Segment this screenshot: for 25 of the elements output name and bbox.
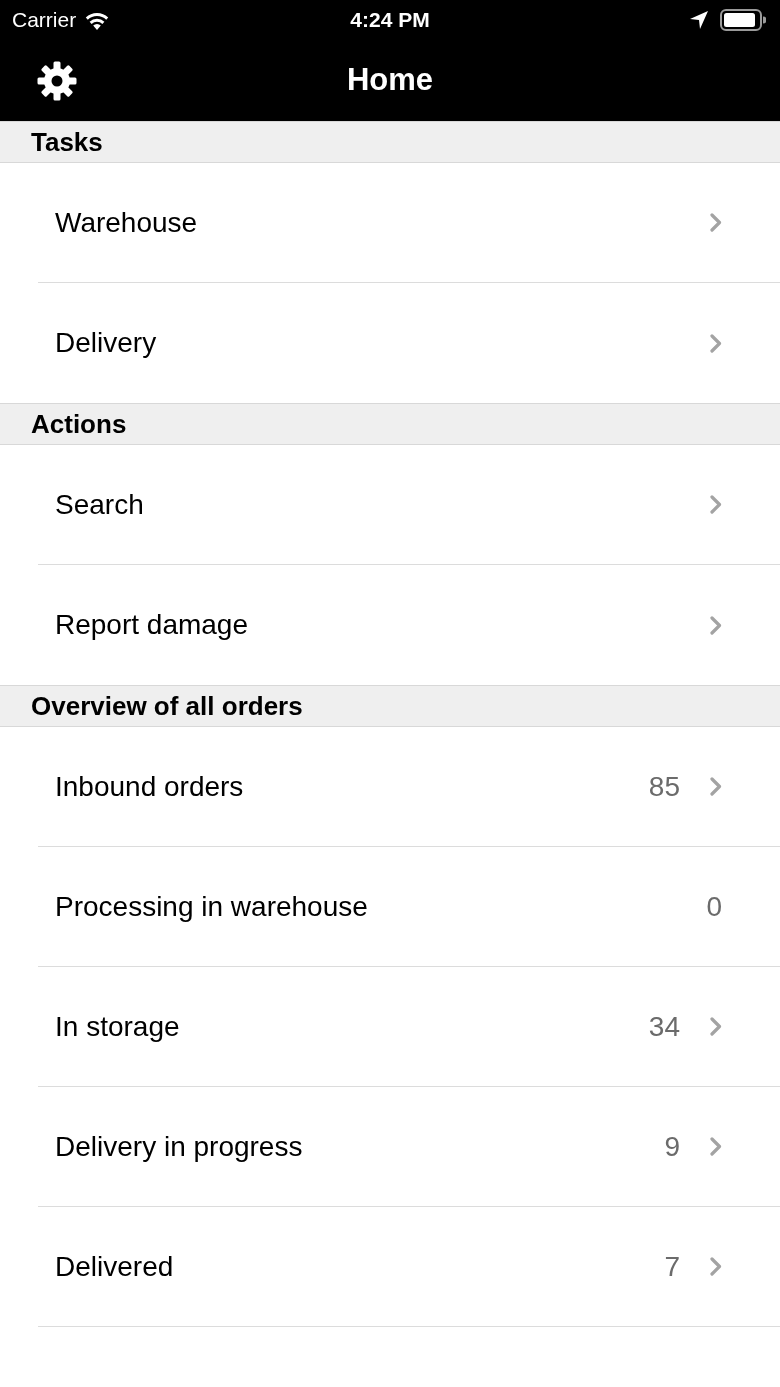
row-label: Delivery in progress	[55, 1129, 303, 1164]
status-time: 4:24 PM	[350, 7, 430, 34]
wifi-icon	[84, 10, 111, 30]
row-count: 0	[706, 889, 722, 924]
row-label: Delivery	[55, 326, 157, 360]
row-label: Search	[55, 487, 144, 522]
carrier-label: Carrier	[12, 7, 77, 34]
row-label: Processing in warehouse	[55, 889, 368, 924]
row-count: 34	[648, 1009, 680, 1044]
row-count: 7	[664, 1249, 680, 1284]
nav-title: Home	[346, 61, 434, 100]
settings-button[interactable]	[36, 59, 78, 102]
location-arrow-icon	[690, 11, 708, 29]
row-label: Delivered	[55, 1249, 174, 1284]
row-label: Report damage	[55, 608, 248, 642]
section-title: Actions	[31, 407, 127, 441]
battery-icon	[720, 9, 766, 31]
section-title: Overview of all orders	[31, 689, 303, 723]
row-label: Inbound orders	[55, 769, 244, 804]
settings-icon	[37, 60, 77, 101]
row-label: In storage	[55, 1009, 180, 1044]
row-count: 85	[648, 769, 680, 804]
section-title: Tasks	[31, 125, 103, 159]
row-label: Warehouse	[55, 205, 198, 240]
row-count: 9	[664, 1129, 680, 1164]
